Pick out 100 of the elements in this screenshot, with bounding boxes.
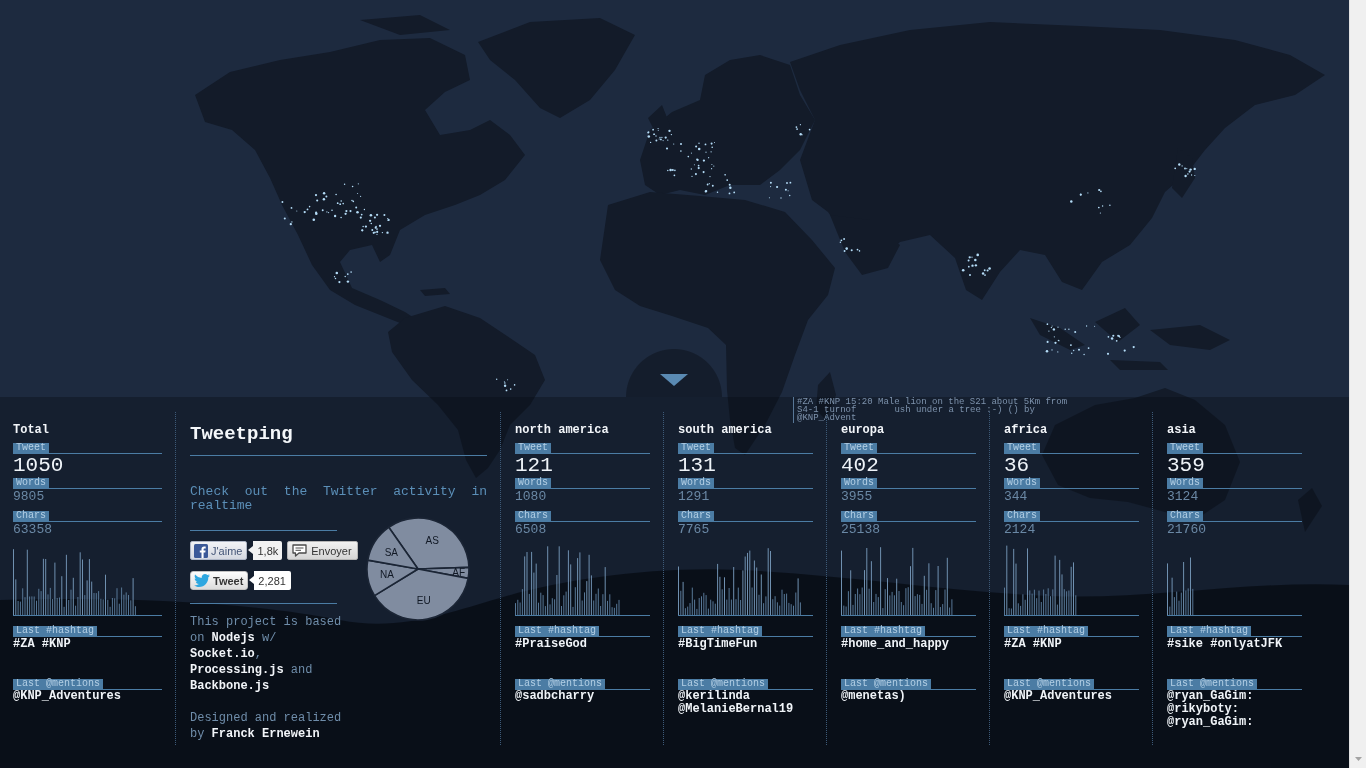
island-shape — [1030, 318, 1085, 350]
stat-value: 2124 — [1004, 522, 1036, 537]
column-title: asia — [1167, 423, 1196, 437]
city-light-cluster — [768, 181, 792, 199]
hashtag-text: #PraiseGod — [515, 637, 587, 651]
pie-label: NA — [379, 569, 394, 581]
island-shape — [1298, 488, 1322, 532]
stat-label: Tweet — [515, 443, 551, 453]
mention-text: @KNP_Adventures — [1004, 690, 1113, 703]
stat-value: 36 — [1004, 454, 1030, 477]
city-light-cluster — [1106, 334, 1135, 355]
island-shape — [1095, 308, 1140, 342]
mention-text: @ryan_GaGim: @rikyboty: @ryan_GaGim: — [1167, 690, 1255, 729]
column-title: south america — [678, 423, 772, 437]
stat-label: Words — [1167, 478, 1203, 488]
stat-label: Tweet — [1004, 443, 1040, 453]
stat-label: Chars — [1004, 511, 1040, 521]
stat-label: Chars — [1167, 511, 1203, 521]
tagline-text: Check out the Twitter activity in realtime — [190, 485, 487, 513]
app-title: Tweetping — [190, 423, 293, 445]
stat-label: Chars — [13, 511, 49, 521]
stat-label: Words — [515, 478, 551, 488]
tooltip-text: ush under a tree :-) () by — [894, 406, 1035, 414]
stat-value: 7765 — [678, 522, 710, 537]
stat-label: Last @mentions — [841, 679, 931, 689]
stat-label: Last @mentions — [515, 679, 605, 689]
column-title: africa — [1004, 423, 1048, 437]
tooltip-text: @KNP_Advent — [797, 414, 857, 422]
stat-label: Chars — [515, 511, 551, 521]
stat-value: 1291 — [678, 489, 710, 504]
peninsula-shape — [830, 215, 900, 275]
stat-label: Last #hashtag — [515, 626, 599, 636]
stat-value: 25138 — [841, 522, 880, 537]
city-light-cluster — [333, 271, 352, 284]
speech-bubble-icon — [292, 544, 308, 557]
stat-label: Last #hashtag — [1004, 626, 1088, 636]
stat-value: 63358 — [13, 522, 52, 537]
city-light-cluster — [1045, 323, 1096, 356]
stat-value: 21760 — [1167, 522, 1206, 537]
stat-value: 3955 — [841, 489, 873, 504]
stat-label: Words — [841, 478, 877, 488]
send-button[interactable]: Envoyer — [287, 541, 358, 560]
stat-value: 402 — [841, 454, 879, 477]
hashtag-text: #ZA #KNP — [13, 637, 71, 651]
stat-label: Tweet — [678, 443, 714, 453]
stat-label: Last #hashtag — [678, 626, 762, 636]
stat-value: 3124 — [1167, 489, 1199, 504]
credits-text: This project is based on Nodejs w/ Socket.io, Processing.js and Backbone.js — [190, 614, 342, 694]
stat-value: 1080 — [515, 489, 547, 504]
stat-label: Last #hashtag — [13, 626, 97, 636]
column-title: Total — [13, 423, 49, 437]
hashtag-text: #home_and_happy — [841, 637, 950, 651]
pie-label: SA — [384, 546, 398, 558]
mention-text: @sadbcharry — [515, 690, 595, 703]
column-title: north america — [515, 423, 609, 437]
stat-value: 344 — [1004, 489, 1028, 504]
stat-value: 9805 — [13, 489, 45, 504]
scrollbar[interactable] — [1349, 0, 1366, 768]
stat-value: 6508 — [515, 522, 547, 537]
pie-label: AS — [425, 535, 439, 547]
stat-value: 1050 — [13, 454, 64, 477]
stat-label: Words — [1004, 478, 1040, 488]
stat-label: Words — [13, 478, 49, 488]
stat-value: 121 — [515, 454, 553, 477]
pie-label: AF — [452, 566, 466, 578]
like-count: 1,8k — [248, 541, 283, 560]
mention-text: @kerilinda @MelanieBernal19 — [678, 690, 795, 716]
tooltip-text: S4-1 turnof — [797, 406, 857, 414]
credits-text: Designed and realized by Franck Ernewein — [190, 710, 342, 742]
stat-label: Words — [678, 478, 714, 488]
city-light-cluster — [839, 238, 861, 252]
stat-label: Last #hashtag — [841, 626, 925, 636]
stat-label: Last @mentions — [1004, 679, 1094, 689]
stat-value: 131 — [678, 454, 716, 477]
f-logo-icon — [194, 543, 208, 558]
city-light-cluster — [1070, 188, 1111, 214]
stat-label: Tweet — [1167, 443, 1203, 453]
stat-label: Last #hashtag — [1167, 626, 1251, 636]
city-light-cluster — [961, 253, 991, 276]
city-light-cluster — [1174, 163, 1196, 178]
tweet-count: 2,281 — [249, 571, 291, 590]
caret-icon — [660, 374, 688, 386]
bird-icon — [194, 574, 210, 587]
pie-label: EU — [416, 594, 431, 606]
tooltip-text: #ZA #KNP 15:20 Male lion on the S21 about 5Km from — [797, 398, 1068, 406]
stat-label: Last @mentions — [678, 679, 768, 689]
mention-text: @KNP_Adventures — [13, 690, 122, 703]
city-light-cluster — [795, 124, 811, 136]
stat-label: Chars — [678, 511, 714, 521]
stat-label: Chars — [841, 511, 877, 521]
hashtag-text: #BigTimeFun — [678, 637, 758, 651]
stat-label: Last @mentions — [13, 679, 103, 689]
like-button[interactable]: J'aime — [190, 541, 248, 560]
scroll-down-arrow-icon[interactable] — [1354, 757, 1362, 761]
column-title: europa — [841, 423, 885, 437]
stat-label: Last @mentions — [1167, 679, 1257, 689]
mention-text: @menetas) — [841, 690, 906, 703]
city-light-cluster — [496, 378, 516, 392]
tweet-button[interactable]: Tweet — [190, 571, 249, 590]
stat-label: Tweet — [841, 443, 877, 453]
